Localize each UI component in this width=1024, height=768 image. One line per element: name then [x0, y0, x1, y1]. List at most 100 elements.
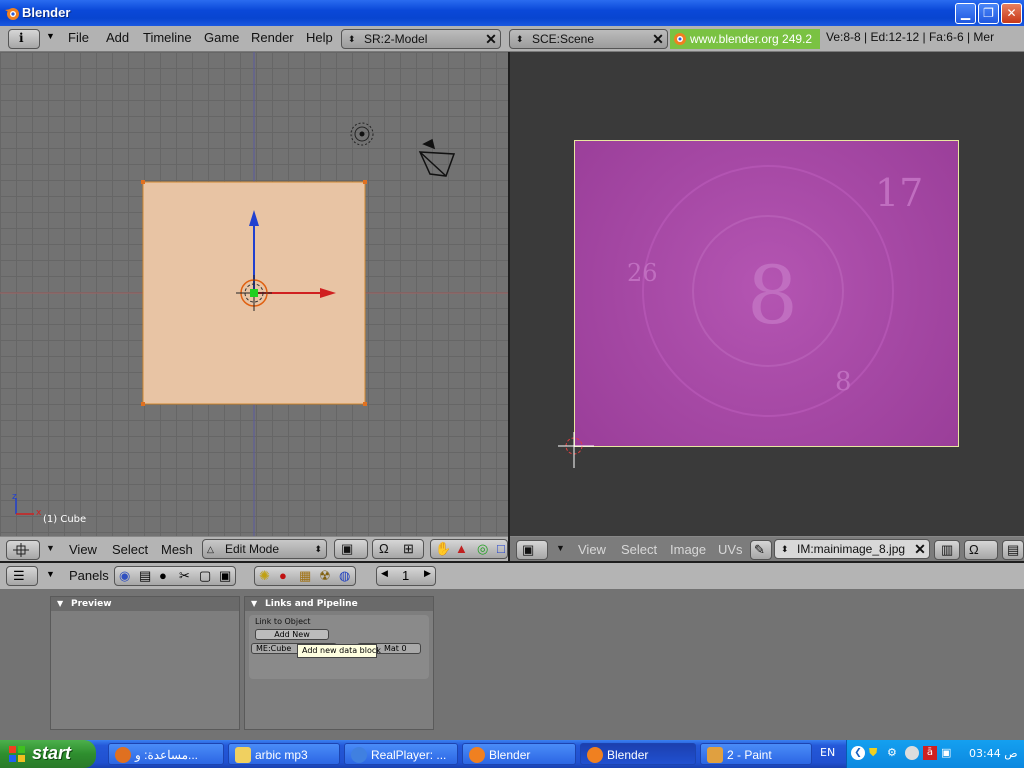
menu-mesh[interactable]: Mesh	[161, 542, 193, 557]
object-icon[interactable]: ✂	[179, 568, 190, 584]
increment-arrow-icon[interactable]: ▶	[424, 568, 431, 579]
snap-button[interactable]: Ω ⊞	[372, 539, 424, 559]
menu-add[interactable]: Add	[106, 30, 129, 45]
paint-toggle-button[interactable]: ✎	[750, 540, 772, 560]
subcontext-buttons[interactable]: ✺ ● ▦ ☢ ◍	[254, 566, 356, 586]
decrement-arrow-icon[interactable]: ◀	[381, 568, 388, 579]
menu-uvs[interactable]: UVs	[718, 542, 743, 557]
clock[interactable]: 03:44 ص	[969, 747, 1018, 760]
window-type-button[interactable]: i	[8, 29, 40, 49]
tooltip: Add new data block	[297, 644, 381, 658]
tray-arrow-icon[interactable]: ❮	[851, 746, 865, 760]
manipulator-buttons[interactable]: ✋ ▲ ◎ □	[430, 539, 508, 559]
updown-arrow-icon: ⬍	[348, 34, 356, 44]
info-header: i ▼ File Add Timeline Game Render Help ⬍…	[0, 26, 1024, 52]
updown-arrow-icon: ⬍	[314, 544, 322, 554]
network-icon[interactable]: ⚙	[887, 746, 897, 759]
links-pipeline-panel: Links and Pipeline Link to Object Add Ne…	[244, 596, 434, 730]
shield-icon[interactable]: ⛊	[869, 746, 877, 760]
task-arbic-folder[interactable]: arbic mp3	[228, 743, 340, 765]
delete-screen-icon[interactable]: ✕	[483, 31, 499, 47]
scale-icon[interactable]: □	[497, 541, 505, 556]
task-blender-2[interactable]: Blender	[580, 743, 696, 765]
editing-icon[interactable]: ▢	[199, 568, 211, 584]
script-icon[interactable]: ▤	[139, 568, 151, 584]
draw-type-button[interactable]: ▣	[334, 539, 368, 559]
add-new-button[interactable]: Add New	[255, 629, 329, 640]
scene-icon[interactable]: ▣	[219, 568, 231, 584]
page-number-field[interactable]: ◀ 1 ▶	[376, 566, 436, 586]
maximize-button[interactable]: ❐	[978, 3, 999, 24]
close-window-button[interactable]: ✕	[1001, 3, 1022, 24]
3d-view-header: ▼ View Select Mesh △ Edit Mode ⬍ ▣ Ω ⊞ ✋ …	[0, 536, 508, 562]
windows-logo-icon	[9, 746, 25, 762]
menu-timeline[interactable]: Timeline	[143, 30, 192, 45]
radiosity-context-icon[interactable]: ☢	[319, 568, 331, 584]
panels-menu[interactable]: Panels	[69, 568, 109, 583]
unlink-image-icon[interactable]: ✕	[912, 541, 928, 557]
blender-url-link[interactable]: www.blender.org 249.2	[670, 29, 820, 49]
volume-icon[interactable]	[905, 746, 919, 760]
image-big-number: 8	[747, 249, 798, 342]
translate-icon[interactable]: ▲	[455, 541, 468, 556]
uv-snap-button[interactable]: Ω	[964, 540, 998, 560]
folder-icon	[235, 747, 251, 763]
3d-window-type-button[interactable]	[6, 540, 40, 560]
uv-image-editor[interactable]: 8 17 26 8	[510, 52, 1024, 536]
firefox-icon	[115, 747, 131, 763]
active-object-label: (1) Cube	[43, 514, 87, 525]
lamp-context-icon[interactable]: ✺	[259, 568, 270, 584]
hand-icon[interactable]: ✋	[435, 541, 451, 557]
links-panel-title[interactable]: Links and Pipeline	[245, 597, 433, 611]
minimize-button[interactable]: ▁	[955, 3, 976, 24]
mode-selector[interactable]: △ Edit Mode ⬍	[202, 539, 327, 559]
texture-context-icon[interactable]: ▦	[299, 568, 311, 584]
menu-view[interactable]: View	[578, 542, 606, 557]
task-realplayer[interactable]: RealPlayer: ...	[344, 743, 458, 765]
monitor-icon[interactable]: ▣	[941, 746, 951, 759]
mesh-stats: Ve:8-8 | Ed:12-12 | Fa:6-6 | Mer	[826, 30, 995, 44]
x-axis-label: x	[36, 508, 42, 518]
paint-icon	[707, 747, 723, 763]
menu-game[interactable]: Game	[204, 30, 239, 45]
language-indicator[interactable]: EN	[820, 746, 835, 759]
menu-render[interactable]: Render	[251, 30, 294, 45]
collapse-menus-icon[interactable]: ▼	[46, 31, 55, 41]
world-context-icon[interactable]: ◍	[339, 568, 350, 584]
menu-view[interactable]: View	[69, 542, 97, 557]
rotate-icon[interactable]: ◎	[477, 541, 488, 557]
delete-scene-icon[interactable]: ✕	[650, 31, 666, 47]
blender-logo-icon	[587, 747, 603, 763]
task-paint[interactable]: 2 - Paint	[700, 743, 812, 765]
preview-panel-title[interactable]: Preview	[51, 597, 239, 611]
menu-image[interactable]: Image	[670, 542, 706, 557]
menu-select[interactable]: Select	[621, 542, 657, 557]
task-firefox[interactable]: مساعدة: و...	[108, 743, 224, 765]
menu-select[interactable]: Select	[112, 542, 148, 557]
screen-selector[interactable]: ⬍ SR:2-Model ✕	[341, 29, 501, 49]
3d-viewport[interactable]: z x (1) Cube	[0, 52, 508, 536]
2d-cursor-icon	[558, 432, 594, 468]
lock-button[interactable]: ▤	[1002, 540, 1024, 560]
logic-icon[interactable]: ◉	[119, 568, 130, 584]
window-titlebar[interactable]: Blender ▁ ❐ ✕	[0, 0, 1024, 26]
image-browse-field[interactable]: ⬍ IM:mainimage_8.jpg ✕	[774, 539, 930, 559]
image-window-type-button[interactable]: ▣	[516, 540, 548, 560]
buttons-window-type-button[interactable]: ☰	[6, 566, 38, 586]
task-blender-1[interactable]: Blender	[462, 743, 576, 765]
material-context-icon[interactable]: ●	[279, 568, 287, 583]
shading-icon: ▣	[341, 541, 354, 556]
start-button[interactable]: start	[0, 740, 96, 768]
antivirus-icon[interactable]: ā	[923, 746, 937, 760]
menu-file[interactable]: File	[68, 30, 89, 45]
shading-icon[interactable]: ●	[159, 568, 167, 583]
pin-image-button[interactable]: ▥	[934, 540, 960, 560]
context-buttons[interactable]: ◉ ▤ ● ✂ ▢ ▣	[114, 566, 236, 586]
area-divider[interactable]	[508, 52, 510, 562]
menu-help[interactable]: Help	[306, 30, 333, 45]
collapse-menus-icon[interactable]: ▼	[46, 569, 55, 579]
collapse-menus-icon[interactable]: ▼	[46, 543, 55, 553]
brush-icon: ✎	[754, 542, 765, 557]
scene-selector[interactable]: ⬍ SCE:Scene ✕	[509, 29, 668, 49]
collapse-menus-icon[interactable]: ▼	[556, 543, 565, 553]
